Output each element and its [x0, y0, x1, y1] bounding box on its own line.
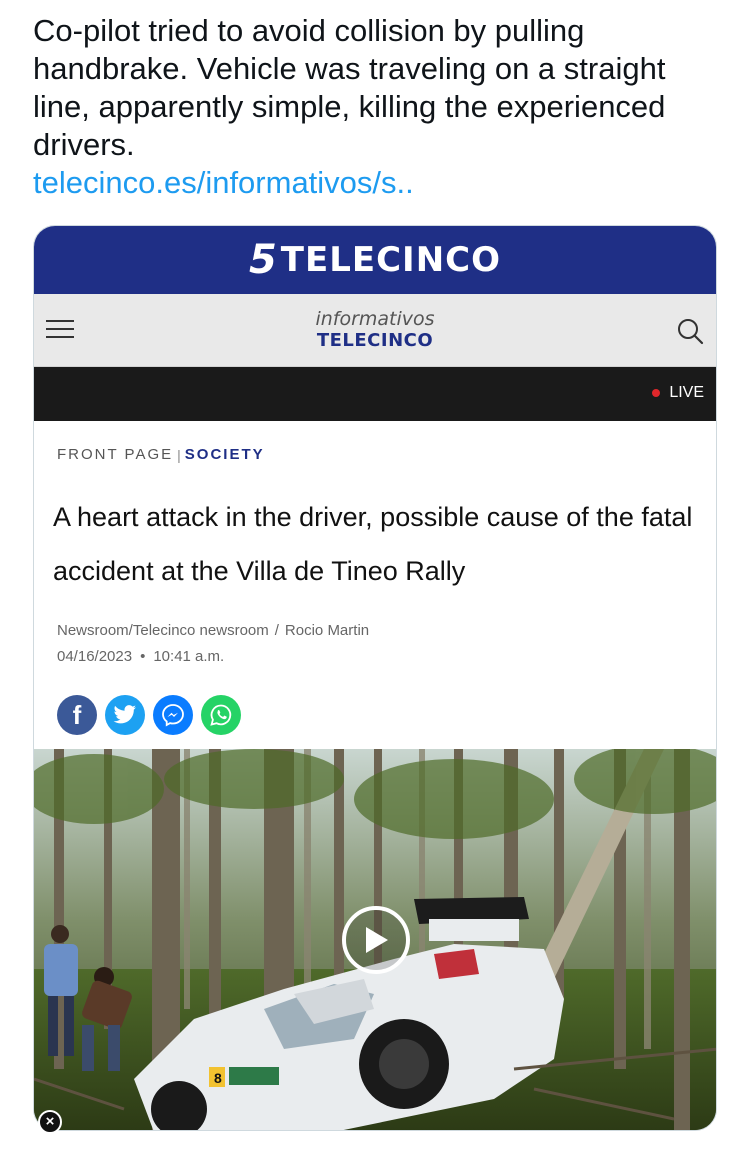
article-photo[interactable]: 8	[34, 749, 716, 1130]
brand-name: TELECINCO	[280, 240, 502, 280]
facebook-share-button[interactable]: f	[57, 695, 97, 735]
brand-header: 5 TELECINCO	[34, 226, 716, 294]
facebook-icon: f	[72, 699, 82, 730]
byline-time: 10:41 a.m.	[153, 648, 225, 665]
search-icon[interactable]	[676, 317, 704, 345]
byline-source: Newsroom/Telecinco newsroom	[57, 622, 269, 639]
tweet-text: Co-pilot tried to avoid collision by pul…	[33, 13, 666, 162]
breadcrumb-front-page[interactable]: FRONT PAGE	[57, 446, 173, 463]
breadcrumb-separator: |	[177, 446, 181, 463]
article-byline: Newsroom/Telecinco newsroom / Rocio Martin…	[57, 618, 369, 670]
site-nav-bar: informativos TELECINCO	[34, 294, 716, 367]
byline-date: 04/16/2023	[57, 648, 133, 665]
logo-informativos-text: informativos	[315, 308, 435, 330]
tweet-link[interactable]: telecinco.es/informativos/s..	[33, 164, 414, 202]
logo-telecinco-text: TELECINCO	[316, 330, 434, 351]
live-dot-icon	[652, 389, 660, 397]
link-preview-card[interactable]: 5 TELECINCO informativos TELECINCO LIVE …	[33, 225, 717, 1131]
live-button[interactable]: LIVE	[669, 384, 704, 402]
article-headline: A heart attack in the driver, possible c…	[53, 502, 693, 586]
byline-dot: •	[140, 648, 146, 665]
close-icon[interactable]: ×	[38, 1110, 62, 1134]
whatsapp-share-button[interactable]	[201, 695, 241, 735]
telecinco-logo: 5 TELECINCO	[249, 240, 501, 280]
whatsapp-icon	[210, 704, 232, 726]
twitter-icon	[113, 705, 136, 724]
byline-separator: /	[274, 622, 279, 639]
messenger-icon	[162, 704, 184, 727]
play-icon	[366, 927, 388, 953]
byline-author: Rocio Martin	[284, 622, 370, 639]
informativos-logo: informativos TELECINCO	[34, 308, 716, 352]
live-bar: LIVE	[34, 367, 716, 421]
brand-five: 5	[248, 237, 277, 283]
car-number: 8	[214, 1070, 222, 1086]
breadcrumb-section[interactable]: SOCIETY	[185, 446, 265, 463]
messenger-share-button[interactable]	[153, 695, 193, 735]
play-button[interactable]	[342, 906, 410, 974]
share-buttons: f	[57, 695, 241, 735]
breadcrumb: FRONT PAGE | SOCIETY	[57, 446, 265, 463]
twitter-share-button[interactable]	[105, 695, 145, 735]
